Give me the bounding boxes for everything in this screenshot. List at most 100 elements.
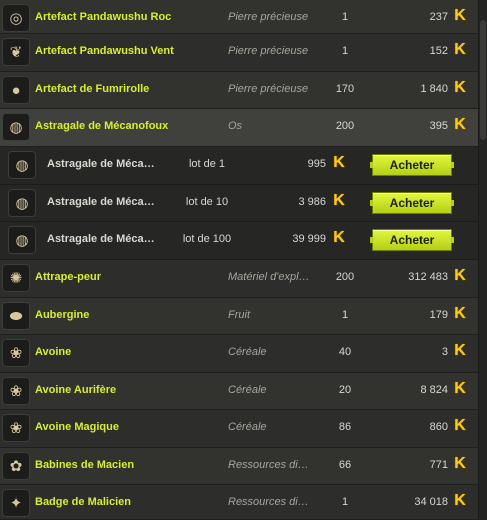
item-price: 34 018 bbox=[414, 496, 448, 508]
item-price: 312 483 bbox=[408, 271, 448, 283]
item-category: Pierre précieuse bbox=[228, 45, 309, 57]
astragal-icon: ◍ bbox=[8, 226, 36, 254]
oat-icon: ❀ bbox=[2, 339, 30, 367]
lot-size: lot de 10 bbox=[185, 196, 229, 208]
kama-icon: K bbox=[454, 380, 466, 397]
kama-icon: K bbox=[454, 7, 466, 24]
item-category: Pierre précieuse bbox=[228, 11, 309, 23]
astragal-icon: ◍ bbox=[8, 189, 36, 217]
item-category: Céréale bbox=[228, 421, 267, 433]
item-category: Matériel d'exploration bbox=[228, 271, 313, 283]
item-quantity: 1 bbox=[341, 11, 349, 23]
lot-item-name: Astragale de Mécanofoux bbox=[47, 233, 155, 245]
item-name[interactable]: Artefact de Fumrirolle bbox=[35, 83, 220, 95]
item-row[interactable]: ⬬ Aubergine Fruit 1 179 K bbox=[0, 298, 478, 335]
kama-icon: K bbox=[454, 267, 466, 284]
kama-icon: K bbox=[454, 342, 466, 359]
lot-price: 3 986 bbox=[298, 196, 326, 208]
item-name[interactable]: Attrape-peur bbox=[35, 271, 220, 283]
eye-amulet-icon: ◎ bbox=[2, 4, 30, 32]
lot-row[interactable]: ◍ Astragale de Mécanofoux lot de 10 3 986 K A… bbox=[0, 185, 478, 222]
kama-icon: K bbox=[333, 154, 345, 171]
lot-item-name: Astragale de Mécanofoux bbox=[47, 158, 155, 170]
lot-row[interactable]: ◍ Astragale de Mécanofoux lot de 100 39 999… bbox=[0, 222, 478, 260]
item-category: Céréale bbox=[228, 384, 267, 396]
item-price: 860 bbox=[429, 421, 448, 433]
item-name[interactable]: Avoine Magique bbox=[35, 421, 220, 433]
astragal-icon: ◍ bbox=[8, 151, 36, 179]
item-category: Ressources diverses bbox=[228, 459, 313, 471]
kama-icon: K bbox=[454, 79, 466, 96]
item-name[interactable]: Avoine Aurifère bbox=[35, 384, 220, 396]
item-price: 179 bbox=[429, 309, 448, 321]
wind-amulet-icon: ❦ bbox=[2, 38, 30, 66]
item-row[interactable]: ✿ Babines de Macien Ressources diverses 66 7… bbox=[0, 448, 478, 485]
item-name[interactable]: Badge de Malicien bbox=[35, 496, 220, 508]
item-category: Céréale bbox=[228, 346, 267, 358]
item-category: Ressources diverses bbox=[228, 496, 313, 508]
item-row[interactable]: ● Artefact de Fumrirolle Pierre précieuse 1… bbox=[0, 72, 478, 109]
badge-icon: ✦ bbox=[2, 489, 30, 517]
lot-row[interactable]: ◍ Astragale de Mécanofoux lot de 1 995 K Ache… bbox=[0, 147, 478, 185]
lips-icon: ✿ bbox=[2, 452, 30, 480]
lot-price: 995 bbox=[307, 158, 326, 170]
kama-icon: K bbox=[333, 229, 345, 246]
kama-icon: K bbox=[454, 492, 466, 509]
item-quantity: 20 bbox=[338, 384, 352, 396]
kama-icon: K bbox=[454, 41, 466, 58]
item-row[interactable]: ❀ Avoine Céréale 40 3 K bbox=[0, 335, 478, 373]
lot-item-name: Astragale de Mécanofoux bbox=[47, 196, 155, 208]
lot-price: 39 999 bbox=[292, 233, 326, 245]
item-row[interactable]: ❀ Avoine Aurifère Céréale 20 8 824 K bbox=[0, 373, 478, 410]
item-name[interactable]: Avoine bbox=[35, 346, 220, 358]
item-row[interactable]: ✦ Badge de Malicien Ressources diverses 1 34… bbox=[0, 485, 478, 520]
item-price: 771 bbox=[429, 459, 448, 471]
item-name[interactable]: Artefact Pandawushu Vent bbox=[35, 45, 220, 57]
item-quantity: 1 bbox=[341, 45, 349, 57]
eggplant-icon: ⬬ bbox=[2, 302, 30, 330]
bomb-icon: ● bbox=[2, 76, 30, 104]
item-quantity: 1 bbox=[341, 496, 349, 508]
item-category: Fruit bbox=[228, 309, 250, 321]
buy-button[interactable]: Acheter bbox=[370, 154, 454, 176]
item-price: 1 840 bbox=[420, 83, 448, 95]
item-list: ◎ Artefact Pandawushu Roc Pierre précieuse… bbox=[0, 0, 487, 520]
item-name[interactable]: Astragale de Mécanofoux bbox=[35, 120, 220, 132]
item-name[interactable]: Babines de Macien bbox=[35, 459, 220, 471]
item-row[interactable]: ◍ Astragale de Mécanofoux Os 200 395 K bbox=[0, 109, 478, 147]
buy-button[interactable]: Acheter bbox=[370, 192, 454, 214]
item-category: Os bbox=[228, 120, 243, 132]
scrollbar-thumb[interactable] bbox=[480, 20, 486, 140]
item-name[interactable]: Artefact Pandawushu Roc bbox=[35, 11, 220, 23]
kama-icon: K bbox=[333, 192, 345, 209]
kama-icon: K bbox=[454, 455, 466, 472]
dreamcatcher-icon: ✺ bbox=[2, 264, 30, 292]
item-quantity: 1 bbox=[341, 309, 349, 321]
item-row[interactable]: ✺ Attrape-peur Matériel d'exploration 200 31… bbox=[0, 260, 478, 298]
item-quantity: 170 bbox=[335, 83, 355, 95]
item-price: 8 824 bbox=[420, 384, 448, 396]
buy-button[interactable]: Acheter bbox=[370, 229, 454, 251]
item-quantity: 86 bbox=[338, 421, 352, 433]
magic-oat-icon: ❀ bbox=[2, 414, 30, 442]
lot-size: lot de 1 bbox=[188, 158, 226, 170]
item-price: 237 bbox=[429, 11, 448, 23]
kama-icon: K bbox=[454, 305, 466, 322]
item-price: 395 bbox=[429, 120, 448, 132]
item-name[interactable]: Aubergine bbox=[35, 309, 220, 321]
golden-oat-icon: ❀ bbox=[2, 377, 30, 405]
item-row[interactable]: ◎ Artefact Pandawushu Roc Pierre précieuse… bbox=[0, 0, 478, 34]
kama-icon: K bbox=[454, 417, 466, 434]
item-quantity: 40 bbox=[338, 346, 352, 358]
item-quantity: 200 bbox=[335, 271, 355, 283]
item-row[interactable]: ❦ Artefact Pandawushu Vent Pierre précieus… bbox=[0, 34, 478, 72]
item-price: 152 bbox=[429, 45, 448, 57]
item-row[interactable]: ❀ Avoine Magique Céréale 86 860 K bbox=[0, 410, 478, 448]
item-quantity: 66 bbox=[338, 459, 352, 471]
scrollbar[interactable] bbox=[478, 0, 487, 520]
kama-icon: K bbox=[454, 116, 466, 133]
item-price: 3 bbox=[441, 346, 448, 358]
item-quantity: 200 bbox=[335, 120, 355, 132]
astragal-icon: ◍ bbox=[2, 113, 30, 141]
item-category: Pierre précieuse bbox=[228, 83, 309, 95]
